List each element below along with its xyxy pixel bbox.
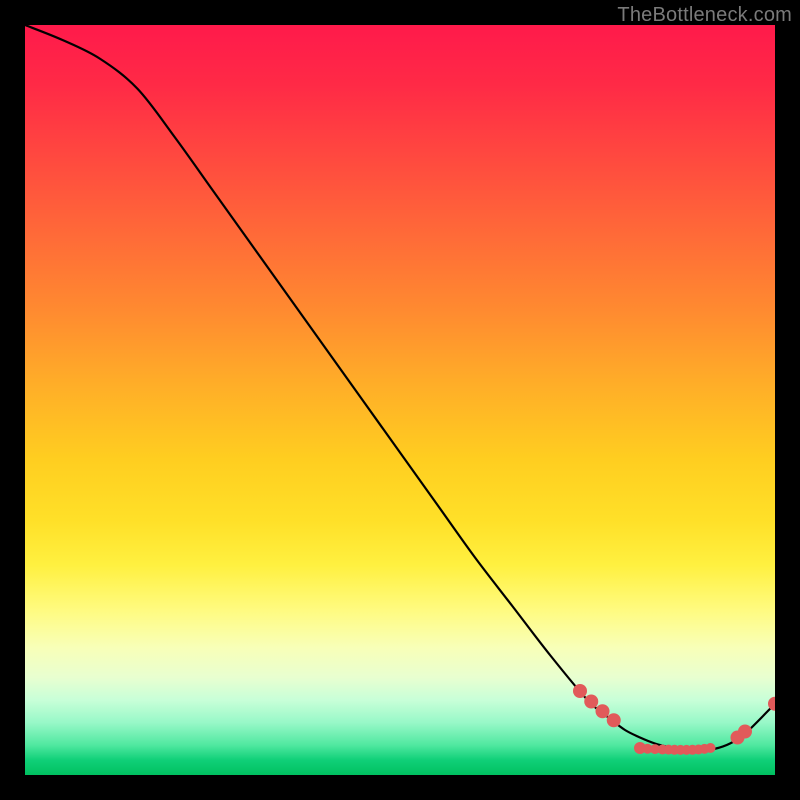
chart-container: TheBottleneck.com <box>0 0 800 800</box>
plot-area <box>25 25 775 775</box>
data-marker <box>607 713 621 727</box>
curve-line <box>25 25 775 750</box>
data-marker <box>706 743 716 753</box>
data-marker <box>573 684 587 698</box>
marker-group <box>573 684 775 755</box>
data-marker <box>584 695 598 709</box>
attribution-text: TheBottleneck.com <box>617 4 792 27</box>
chart-svg <box>25 25 775 775</box>
data-marker <box>738 725 752 739</box>
data-marker <box>596 704 610 718</box>
